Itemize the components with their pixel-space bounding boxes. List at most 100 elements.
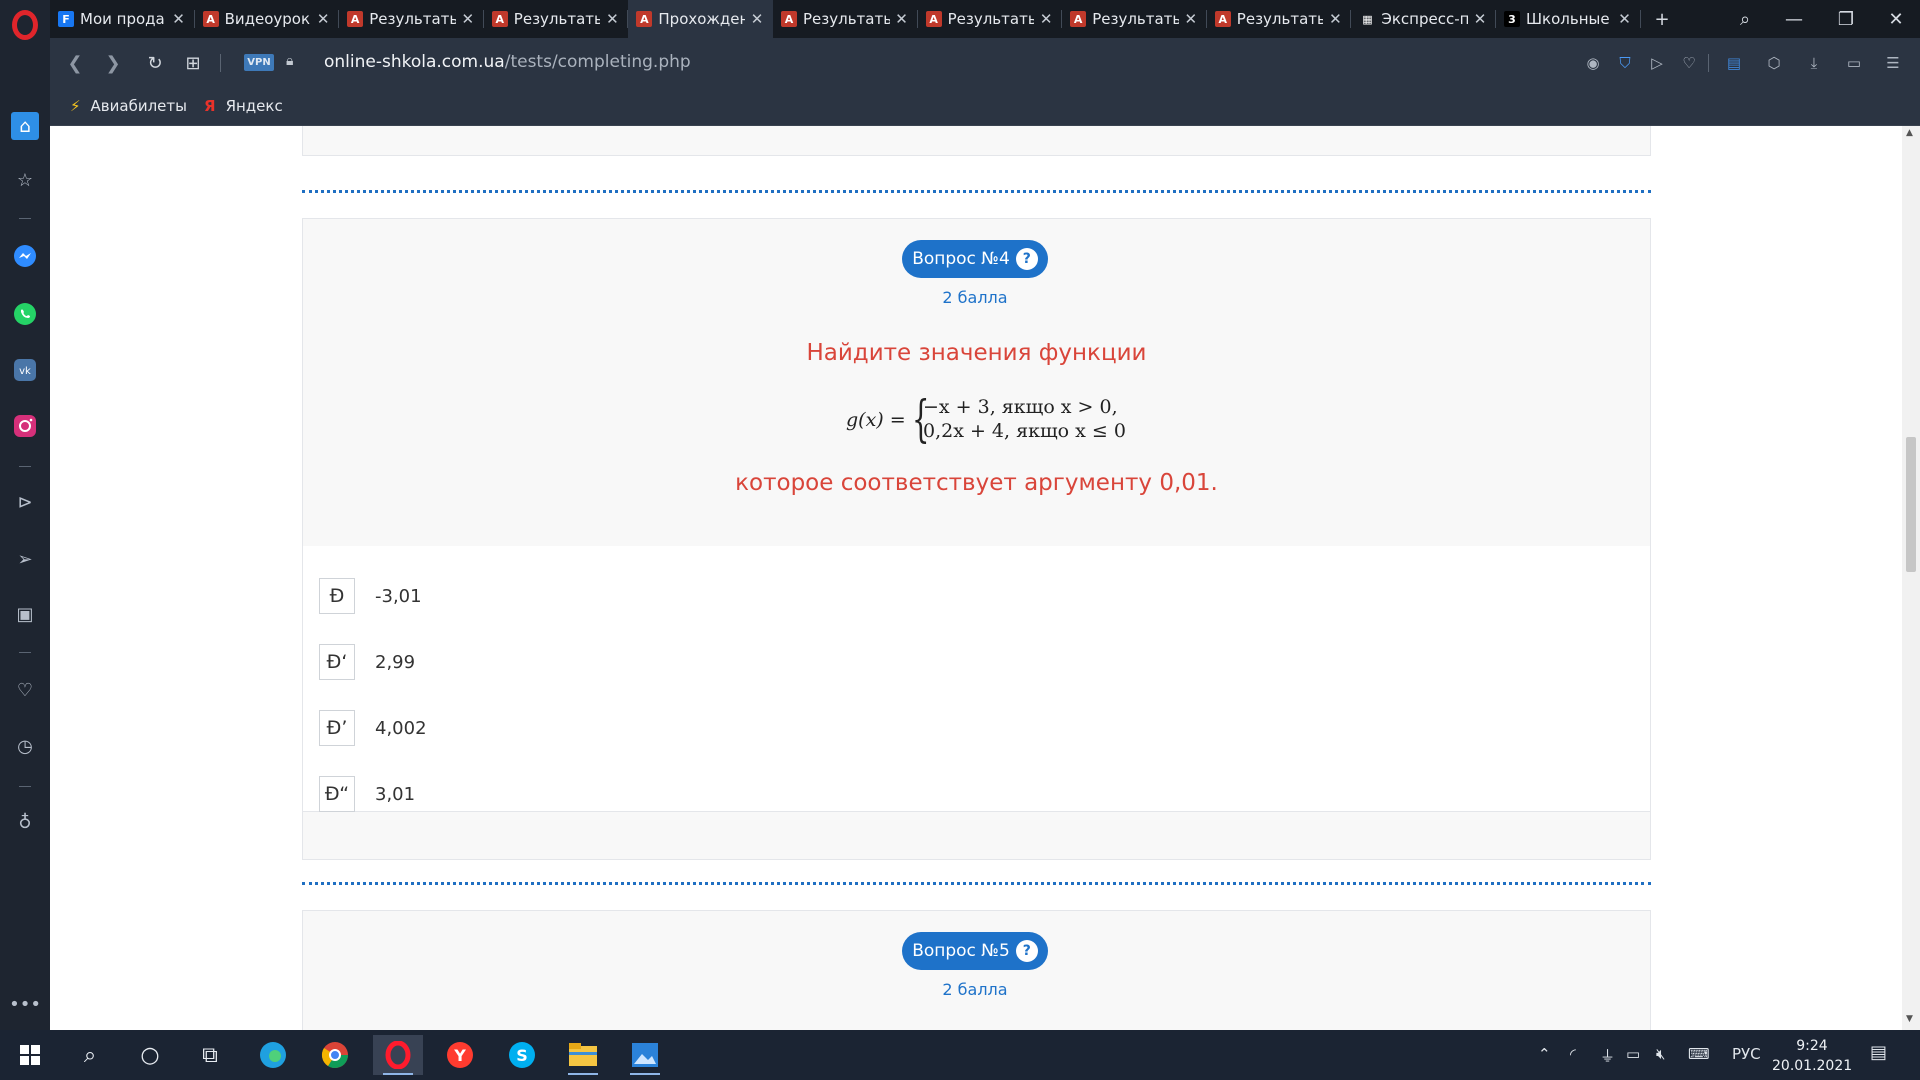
browser-tab[interactable]: A Результаты ✕ xyxy=(484,0,629,38)
vk-icon[interactable]: vk xyxy=(11,356,39,384)
wallet-icon[interactable]: ▣ xyxy=(11,600,39,628)
bookmark-aviabilety[interactable]: ⚡ Авиабилеты xyxy=(70,97,187,115)
history-icon[interactable]: ◷ xyxy=(11,732,39,760)
heart-icon[interactable]: ♡ xyxy=(11,676,39,704)
scroll-down-icon[interactable]: ▼ xyxy=(1906,1014,1913,1024)
cortana-icon[interactable]: ○ xyxy=(125,1035,175,1075)
shield-icon[interactable]: ⛉ xyxy=(1614,52,1636,74)
browser-tab[interactable]: A Результаты ✕ xyxy=(339,0,484,38)
bookmark-yandex[interactable]: Я Яндекс xyxy=(204,97,283,115)
plane-icon: ⚡ xyxy=(70,97,81,115)
photos-icon[interactable] xyxy=(620,1035,670,1075)
sidebar-divider xyxy=(19,786,31,787)
opera-taskbar-icon[interactable] xyxy=(373,1035,423,1075)
lock-icon[interactable]: 🔒︎ xyxy=(286,53,293,69)
forward-button[interactable]: ❯ xyxy=(100,50,126,76)
browser-tab[interactable]: A Результаты ✕ xyxy=(773,0,918,38)
help-icon[interactable]: ? xyxy=(1015,248,1038,270)
question-number: Вопрос №5 xyxy=(912,941,1010,961)
yandex-icon: Я xyxy=(204,97,216,115)
formula-line-2: 0,2x + 4, якщо x ≤ 0 xyxy=(923,420,1126,442)
keyboard-icon[interactable]: ⌨ xyxy=(1688,1045,1710,1063)
tab-close-icon[interactable]: ✕ xyxy=(1472,10,1488,28)
yandex-browser-icon[interactable]: Y xyxy=(435,1035,485,1075)
battery-icon[interactable]: ▭ xyxy=(1626,1045,1640,1063)
tab-close-icon[interactable]: ✕ xyxy=(894,10,910,28)
bookmark-label: Авиабилеты xyxy=(90,97,187,115)
vpn-badge[interactable]: VPN xyxy=(244,54,274,71)
wallet-icon[interactable]: ▤ xyxy=(1723,52,1745,74)
easy-setup-icon[interactable]: ☰ xyxy=(1882,52,1904,74)
answer-marker[interactable]: Ð‘ xyxy=(319,644,355,680)
tab-close-icon[interactable]: ✕ xyxy=(460,10,476,28)
tab-close-icon[interactable]: ✕ xyxy=(1038,10,1054,28)
tab-close-icon[interactable]: ✕ xyxy=(1617,10,1633,28)
answer-marker[interactable]: Ð xyxy=(319,578,355,614)
camera-icon[interactable]: ◉ xyxy=(1582,52,1604,74)
browser-tab[interactable]: A Видеоурок ✕ xyxy=(195,0,340,38)
answer-option[interactable]: Ð‘ 2,99 xyxy=(319,644,415,680)
answer-option[interactable]: Ð“ 3,01 xyxy=(319,776,415,812)
url-field[interactable]: online-shkola.com.ua/tests/completing.ph… xyxy=(324,52,691,72)
browser-tab[interactable]: A Результаты ✕ xyxy=(1207,0,1352,38)
more-icon[interactable]: ••• xyxy=(9,990,41,1018)
home-icon[interactable]: ⌂ xyxy=(11,112,39,140)
browser-tab[interactable]: A Результаты ✕ xyxy=(918,0,1063,38)
player-icon[interactable]: ⊳ xyxy=(11,488,39,516)
new-tab-button[interactable]: + xyxy=(1642,0,1682,38)
network-icon[interactable]: ◜ xyxy=(1570,1045,1576,1063)
close-window-button[interactable]: ✕ xyxy=(1876,0,1916,38)
tab-close-icon[interactable]: ✕ xyxy=(171,10,187,28)
answer-option[interactable]: Ð’ 4,002 xyxy=(319,710,427,746)
download-icon[interactable]: ⤓ xyxy=(1803,52,1825,74)
scroll-up-icon[interactable]: ▲ xyxy=(1906,128,1913,138)
messenger-icon[interactable] xyxy=(11,242,39,270)
tab-close-icon[interactable]: ✕ xyxy=(315,10,331,28)
restore-button[interactable]: ❐ xyxy=(1826,0,1866,38)
task-view-icon[interactable]: ⧉ xyxy=(185,1035,235,1075)
search-tabs-icon[interactable]: ⌕ xyxy=(1725,0,1765,38)
lightbulb-icon[interactable]: ♁ xyxy=(11,808,39,836)
tab-close-icon[interactable]: ✕ xyxy=(1327,10,1343,28)
tab-close-icon[interactable]: ✕ xyxy=(1183,10,1199,28)
answer-option[interactable]: Ð -3,01 xyxy=(319,578,422,614)
help-icon[interactable]: ? xyxy=(1015,940,1038,962)
extensions-icon[interactable]: ⬡ xyxy=(1763,52,1785,74)
tray-chevron-icon[interactable]: ⌃ xyxy=(1538,1045,1551,1063)
browser-tab[interactable]: A Результаты ✕ xyxy=(1062,0,1207,38)
battery-saver-icon[interactable]: ▭ xyxy=(1843,52,1865,74)
tabs-grid-icon[interactable]: ⊞ xyxy=(180,50,206,76)
browser-tab[interactable]: F Мои прода ✕ xyxy=(50,0,195,38)
clock[interactable]: 9:24 20.01.2021 xyxy=(1772,1036,1852,1076)
whatsapp-icon[interactable] xyxy=(11,300,39,328)
star-icon[interactable]: ☆ xyxy=(11,166,39,194)
notifications-icon[interactable]: ▤ xyxy=(1870,1042,1887,1063)
tab-close-icon[interactable]: ✕ xyxy=(749,10,765,28)
back-button[interactable]: ❮ xyxy=(62,50,88,76)
windows-start-icon[interactable] xyxy=(5,1035,55,1075)
reload-button[interactable]: ↻ xyxy=(142,50,168,76)
opera-logo-icon[interactable] xyxy=(12,10,38,40)
send-icon[interactable]: ➢ xyxy=(11,545,39,573)
send-page-icon[interactable]: ▷ xyxy=(1646,52,1668,74)
question-points: 2 балла xyxy=(942,288,1008,307)
browser-tab[interactable]: ▦ Экспресс-п ✕ xyxy=(1351,0,1496,38)
edge-icon[interactable] xyxy=(248,1035,298,1075)
answer-marker[interactable]: Ð’ xyxy=(319,710,355,746)
browser-tab[interactable]: A Прохожден ✕ xyxy=(628,0,773,38)
browser-tab[interactable]: 3 Школьные ✕ xyxy=(1496,0,1641,38)
skype-icon[interactable]: S xyxy=(497,1035,547,1075)
tab-close-icon[interactable]: ✕ xyxy=(604,10,620,28)
language-indicator[interactable]: РУС xyxy=(1732,1045,1761,1063)
search-icon[interactable]: ⌕ xyxy=(65,1035,115,1075)
page-scrollbar[interactable]: ▲ ▼ xyxy=(1902,126,1920,1030)
bookmark-heart-icon[interactable]: ♡ xyxy=(1678,52,1700,74)
file-explorer-icon[interactable] xyxy=(558,1035,608,1075)
volume-muted-icon[interactable]: 🔇︎ xyxy=(1656,1045,1665,1063)
microphone-icon[interactable]: ⏚ xyxy=(1600,1045,1615,1066)
chrome-icon[interactable] xyxy=(310,1035,360,1075)
scroll-thumb[interactable] xyxy=(1906,437,1916,572)
answer-marker[interactable]: Ð“ xyxy=(319,776,355,812)
minimize-button[interactable]: — xyxy=(1774,0,1814,38)
instagram-icon[interactable] xyxy=(11,412,39,440)
